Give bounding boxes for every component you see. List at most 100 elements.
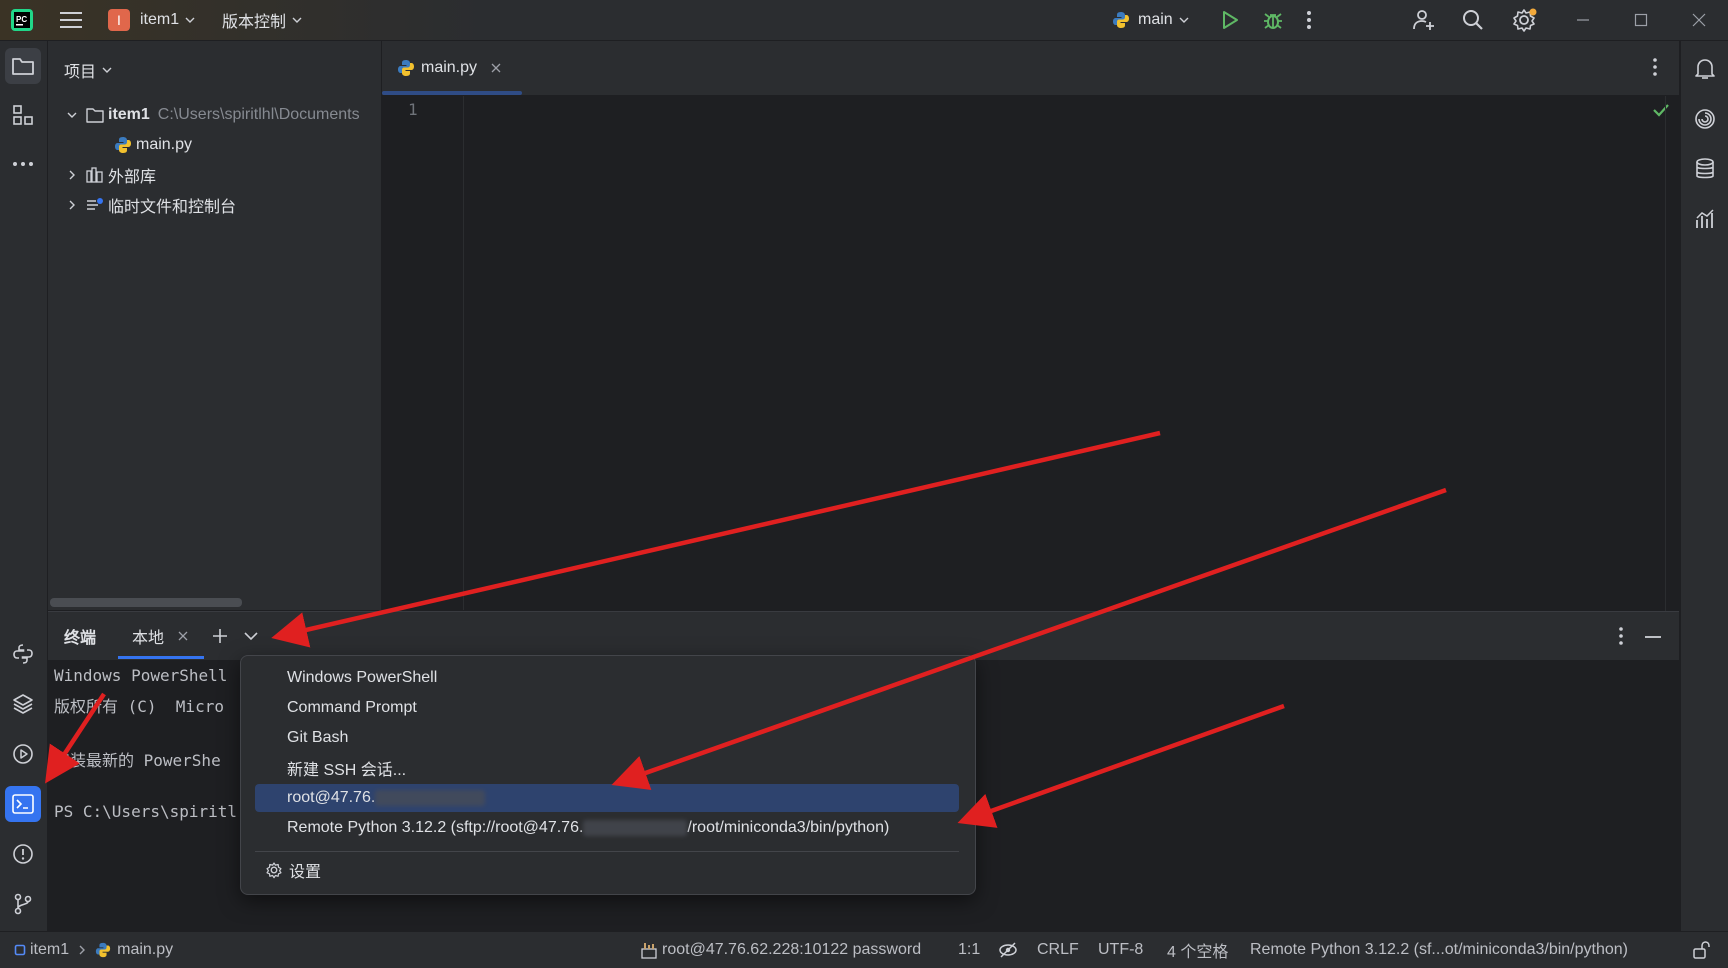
code-vision-off-icon[interactable] — [998, 932, 1018, 968]
python-console-icon — [13, 644, 33, 664]
horizontal-scrollbar[interactable] — [50, 598, 242, 607]
tree-root-name: item1 — [108, 106, 150, 123]
terminal-more-icon[interactable] — [1618, 626, 1624, 646]
ssh-status-label: root@47.76.62.228:10122 password — [662, 941, 922, 958]
module-icon — [14, 944, 26, 956]
more-actions-icon[interactable] — [1306, 0, 1312, 40]
sciview-button[interactable] — [1687, 201, 1723, 237]
close-window-icon[interactable] — [1692, 0, 1706, 40]
project-tool-button[interactable] — [5, 48, 41, 84]
new-terminal-dropdown: Windows PowerShell Command Prompt Git Ba… — [240, 655, 976, 895]
python-interpreter[interactable]: Remote Python 3.12.2 (sf...ot/miniconda3… — [1250, 932, 1628, 968]
structure-tool-button[interactable] — [5, 97, 41, 133]
pycharm-logo-icon[interactable]: PC — [10, 0, 34, 40]
ai-assistant-button[interactable] — [1687, 101, 1723, 137]
new-terminal-plus-icon[interactable] — [211, 627, 229, 645]
read-only-lock-icon[interactable] — [1692, 932, 1710, 968]
python-console-tool-button[interactable] — [5, 636, 41, 672]
tree-item-scratches[interactable]: 临时文件和控制台 — [66, 191, 236, 219]
more-tools-button[interactable] — [5, 146, 41, 182]
bell-icon — [1695, 59, 1715, 79]
menu-item-git-bash[interactable]: Git Bash — [255, 724, 959, 752]
terminal-prompt: PS C:\Users\spiritl — [54, 802, 238, 821]
active-terminal-tab-indicator — [118, 656, 204, 659]
vcs-label: 版本控制 — [222, 14, 287, 31]
problems-tool-button[interactable] — [5, 836, 41, 872]
menu-item-ssh-root[interactable]: root@47.76. — [255, 784, 959, 812]
file-encoding[interactable]: UTF-8 — [1098, 932, 1143, 968]
indent-setting[interactable]: 4 个空格 — [1167, 932, 1228, 968]
debug-button[interactable] — [1262, 0, 1284, 40]
python-icon — [1113, 12, 1129, 28]
notifications-button[interactable] — [1687, 51, 1723, 87]
chevron-down-icon — [292, 17, 302, 23]
terminal-tool-button[interactable] — [5, 786, 41, 822]
python-file-icon — [398, 60, 414, 76]
database-button[interactable] — [1687, 151, 1723, 187]
search-icon[interactable] — [1462, 0, 1484, 40]
editor-area[interactable]: 1 — [382, 41, 1680, 620]
bug-icon — [1264, 13, 1282, 29]
run-icon — [1223, 11, 1238, 29]
terminal-dropdown-chevron-icon[interactable] — [244, 630, 258, 642]
git-tool-button[interactable] — [5, 886, 41, 922]
menu-item-label: Command Prompt — [287, 699, 417, 716]
ellipsis-icon — [13, 162, 33, 166]
caret-position[interactable]: 1:1 — [958, 932, 980, 968]
menu-item-windows-powershell[interactable]: Windows PowerShell — [255, 664, 959, 692]
code-with-me-icon[interactable] — [1412, 0, 1436, 40]
vertical-scrollbar[interactable] — [1665, 95, 1681, 620]
close-tab-icon[interactable] — [491, 63, 501, 73]
editor-tab-main-py[interactable]: main.py — [397, 41, 501, 95]
minimize-panel-icon[interactable] — [1644, 635, 1662, 639]
folder-icon — [12, 58, 34, 75]
chevron-down-icon — [1179, 17, 1189, 23]
title-bar: PC I item1 版本控制 main — [0, 0, 1728, 41]
vcs-menu[interactable]: 版本控制 — [222, 0, 302, 40]
run-config-selector[interactable]: main — [1112, 0, 1189, 40]
project-badge: I — [108, 9, 130, 31]
chart-icon — [1696, 209, 1714, 228]
editor-tab-bar: main.py — [382, 41, 1679, 96]
tree-root-item1[interactable]: item1 C:\Users\spiritlhl\Documents — [66, 101, 381, 129]
tree-item-external-libraries[interactable]: 外部库 — [66, 161, 156, 189]
structure-icon — [13, 105, 33, 125]
layers-tool-button[interactable] — [5, 686, 41, 722]
menu-item-command-prompt[interactable]: Command Prompt — [255, 694, 959, 722]
menu-item-label: Remote Python 3.12.2 (sftp://root@47.76. — [287, 819, 584, 836]
chevron-down-icon — [67, 112, 77, 118]
folder-icon — [86, 108, 104, 123]
project-panel-header[interactable]: 项目 — [64, 56, 112, 84]
terminal-icon — [12, 794, 34, 814]
editor-more-icon[interactable] — [1652, 57, 1658, 77]
breadcrumb-project[interactable]: item1 — [30, 941, 69, 959]
line-separator[interactable]: CRLF — [1037, 932, 1079, 968]
tree-item-main-py[interactable]: main.py — [114, 131, 192, 159]
tree-root-path: C:\Users\spiritlhl\Documents — [157, 106, 360, 123]
library-icon — [86, 167, 103, 183]
services-play-icon — [13, 744, 33, 764]
terminal-line: 安装最新的 PowerShe — [54, 751, 221, 770]
editor-tab-label: main.py — [421, 59, 478, 76]
services-tool-button[interactable] — [5, 736, 41, 772]
menu-item-settings[interactable]: 设置 — [255, 856, 959, 884]
run-button[interactable] — [1220, 0, 1240, 40]
close-tab-icon[interactable] — [178, 631, 188, 641]
ssh-status[interactable]: root@47.76.62.228:10122 password — [640, 932, 921, 968]
menu-item-label: 新建 SSH 会话... — [287, 762, 407, 779]
terminal-tab-local[interactable]: 本地 — [132, 612, 188, 660]
chevron-right-icon — [69, 170, 75, 180]
status-bar: item1 main.py root@47.76.62.228:10122 pa… — [0, 931, 1728, 968]
active-tab-indicator — [382, 91, 522, 95]
left-tool-strip — [0, 41, 48, 931]
breadcrumb-file[interactable]: main.py — [117, 941, 173, 959]
terminal-header: 终端 本地 — [48, 612, 1679, 660]
chevron-right-icon — [79, 945, 86, 955]
project-selector[interactable]: I item1 — [108, 0, 195, 40]
minimize-icon[interactable] — [1576, 0, 1590, 40]
main-menu-icon[interactable] — [60, 0, 82, 40]
maximize-icon[interactable] — [1634, 0, 1648, 40]
menu-item-remote-python[interactable]: Remote Python 3.12.2 (sftp://root@47.76.… — [255, 814, 959, 842]
menu-item-new-ssh-session[interactable]: 新建 SSH 会话... — [255, 754, 959, 782]
settings-gear-icon[interactable] — [1512, 0, 1538, 40]
